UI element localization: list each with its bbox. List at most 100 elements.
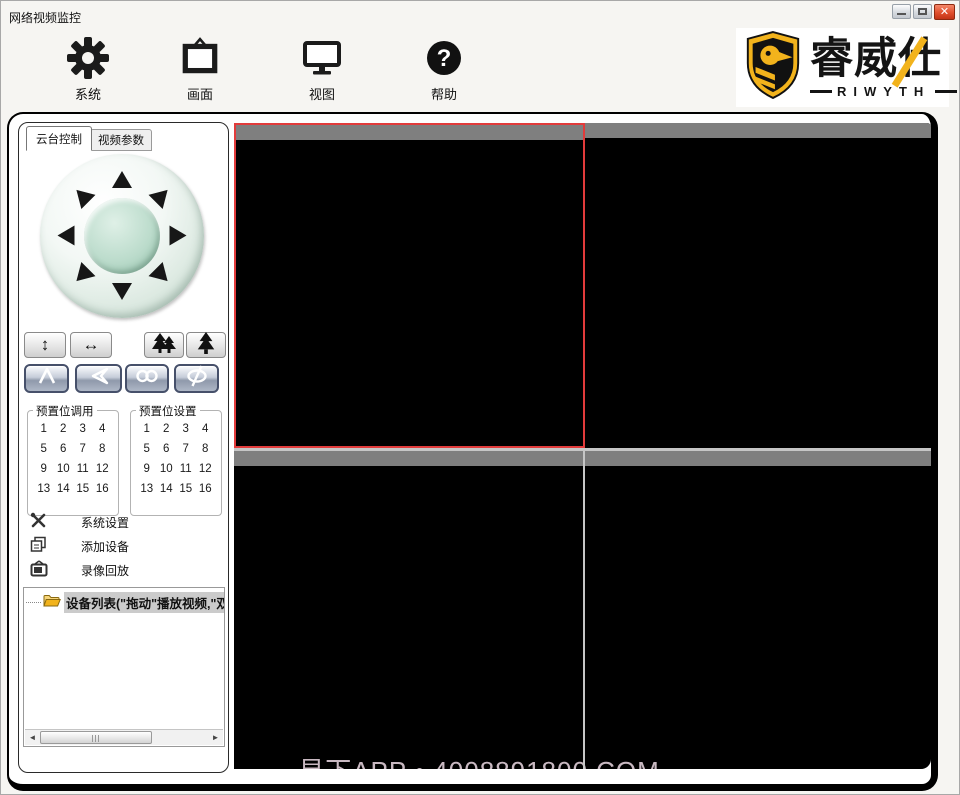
preset-set-4[interactable]: 4 xyxy=(196,423,216,435)
scroll-right-arrow-icon[interactable]: ► xyxy=(209,731,222,744)
ptz-right-button[interactable] xyxy=(169,225,187,246)
preset-call-1[interactable]: 1 xyxy=(34,423,54,435)
preset-call-6[interactable]: 6 xyxy=(54,443,74,455)
app-window: 网络视频监控 ✕ 系统 画面 视图 ? 帮助 睿威仕 RIWYTH 云台控制 视… xyxy=(0,0,960,795)
menu-label-add-device: 添加设备 xyxy=(81,540,130,554)
maximize-button[interactable] xyxy=(913,4,932,19)
preset-set-7[interactable]: 7 xyxy=(176,443,196,455)
preset-set-14[interactable]: 14 xyxy=(157,483,177,495)
preset-set-title: 预置位设置 xyxy=(136,403,200,419)
preset-call-2[interactable]: 2 xyxy=(54,423,74,435)
help-icon: ? xyxy=(424,34,464,82)
iris-open-button[interactable] xyxy=(125,364,169,393)
picture-frame-icon xyxy=(179,34,221,82)
zoom-out-button[interactable] xyxy=(144,332,184,358)
toolbar-label-help: 帮助 xyxy=(430,87,457,102)
preset-set-10[interactable]: 10 xyxy=(157,463,177,475)
zoom-in-button[interactable] xyxy=(186,331,226,358)
toolbar-item-system[interactable]: 系统 xyxy=(44,34,132,103)
menu-item-add-device[interactable]: 添加设备 xyxy=(19,536,228,556)
preset-set-15[interactable]: 15 xyxy=(176,483,196,495)
menu-label-system-settings: 系统设置 xyxy=(81,516,130,530)
focus-far-icon xyxy=(84,363,114,394)
close-button[interactable]: ✕ xyxy=(934,4,955,20)
preset-call-5[interactable]: 5 xyxy=(34,443,54,455)
video-cell-2[interactable] xyxy=(585,123,931,448)
tree-connector xyxy=(26,602,41,603)
tab-video-params[interactable]: 视频参数 xyxy=(90,129,152,151)
preset-call-16[interactable]: 16 xyxy=(93,483,113,495)
tv-icon xyxy=(30,560,48,582)
horizontal-scrollbar[interactable]: ◄ ► xyxy=(25,729,223,745)
preset-set-3[interactable]: 3 xyxy=(176,423,196,435)
window-title: 网络视频监控 xyxy=(9,11,82,25)
maximize-icon xyxy=(918,8,927,15)
add-device-icon xyxy=(30,536,47,558)
ptz-wheel xyxy=(40,154,204,318)
preset-call-3[interactable]: 3 xyxy=(73,423,93,435)
preset-call-7[interactable]: 7 xyxy=(73,443,93,455)
tab-ptz-control[interactable]: 云台控制 xyxy=(26,126,92,151)
video-cell-4-titlebar xyxy=(585,451,931,466)
tools-icon xyxy=(30,512,47,534)
preset-call-11[interactable]: 11 xyxy=(73,463,93,475)
video-cell-4[interactable] xyxy=(585,451,931,769)
ptz-up-button[interactable] xyxy=(112,171,132,188)
preset-call-10[interactable]: 10 xyxy=(54,463,74,475)
preset-set-8[interactable]: 8 xyxy=(196,443,216,455)
preset-set-13[interactable]: 13 xyxy=(137,483,157,495)
preset-set-5[interactable]: 5 xyxy=(137,443,157,455)
menu-item-system-settings[interactable]: 系统设置 xyxy=(19,512,228,532)
pan-scan-button[interactable]: ↔ xyxy=(70,332,112,358)
preset-call-4[interactable]: 4 xyxy=(93,423,113,435)
preset-call-12[interactable]: 12 xyxy=(93,463,113,475)
preset-set-12[interactable]: 12 xyxy=(196,463,216,475)
toolbar-item-view[interactable]: 视图 xyxy=(278,34,366,103)
preset-set-16[interactable]: 16 xyxy=(196,483,216,495)
focus-near-button[interactable] xyxy=(24,364,69,393)
preset-set-6[interactable]: 6 xyxy=(157,443,177,455)
preset-set-2[interactable]: 2 xyxy=(157,423,177,435)
video-cell-3[interactable] xyxy=(234,451,583,769)
device-list-root[interactable]: 设备列表("拖动"播放视频,"双 xyxy=(26,592,224,613)
ptz-down-right-button[interactable] xyxy=(148,262,175,289)
scroll-left-arrow-icon[interactable]: ◄ xyxy=(26,731,39,744)
toolbar-item-help[interactable]: ? 帮助 xyxy=(400,34,488,103)
preset-call-13[interactable]: 13 xyxy=(34,483,54,495)
ptz-left-button[interactable] xyxy=(57,225,75,246)
video-cell-1-selected[interactable] xyxy=(234,123,585,448)
brand-dash-right xyxy=(935,90,958,93)
ptz-down-left-button[interactable] xyxy=(69,262,96,289)
preset-set-9[interactable]: 9 xyxy=(137,463,157,475)
preset-set-1[interactable]: 1 xyxy=(137,423,157,435)
toolbar-label-system: 系统 xyxy=(74,87,101,102)
minimize-button[interactable] xyxy=(892,4,911,19)
focus-far-button[interactable] xyxy=(75,364,122,393)
brand-logo: 睿威仕 RIWYTH xyxy=(736,28,958,107)
iris-close-button[interactable] xyxy=(174,364,219,393)
ptz-up-right-button[interactable] xyxy=(148,182,175,209)
preset-call-14[interactable]: 14 xyxy=(54,483,74,495)
menu-label-playback: 录像回放 xyxy=(81,564,130,578)
monitor-icon xyxy=(302,34,342,82)
toolbar-label-view: 视图 xyxy=(308,87,335,102)
tilt-scan-button[interactable]: ↕ xyxy=(24,332,66,358)
device-list-label: 设备列表("拖动"播放视频,"双 xyxy=(64,592,224,613)
preset-call-15[interactable]: 15 xyxy=(73,483,93,495)
ptz-up-left-button[interactable] xyxy=(69,182,96,209)
preset-call-8[interactable]: 8 xyxy=(93,443,113,455)
brand-name: 睿威仕 xyxy=(810,35,942,83)
iris-close-icon xyxy=(182,363,212,394)
toolbar-item-screen[interactable]: 画面 xyxy=(156,34,244,103)
ptz-down-button[interactable] xyxy=(112,283,132,300)
preset-call-9[interactable]: 9 xyxy=(34,463,54,475)
scrollbar-thumb[interactable] xyxy=(40,731,152,744)
ptz-center-knob[interactable] xyxy=(84,198,160,274)
shield-eagle-icon xyxy=(742,29,804,106)
watermark-text: 易下APP • 4008891800.COM xyxy=(298,751,660,769)
preset-set-11[interactable]: 11 xyxy=(176,463,196,475)
video-cell-2-titlebar xyxy=(585,123,931,138)
menu-item-playback[interactable]: 录像回放 xyxy=(19,560,228,580)
sidebar-panel: 云台控制 视频参数 ↕ ↔ 预置位调用 1 2 3 4 5 6 7 8 9 10… xyxy=(18,122,229,773)
preset-call-title: 预置位调用 xyxy=(33,403,97,419)
